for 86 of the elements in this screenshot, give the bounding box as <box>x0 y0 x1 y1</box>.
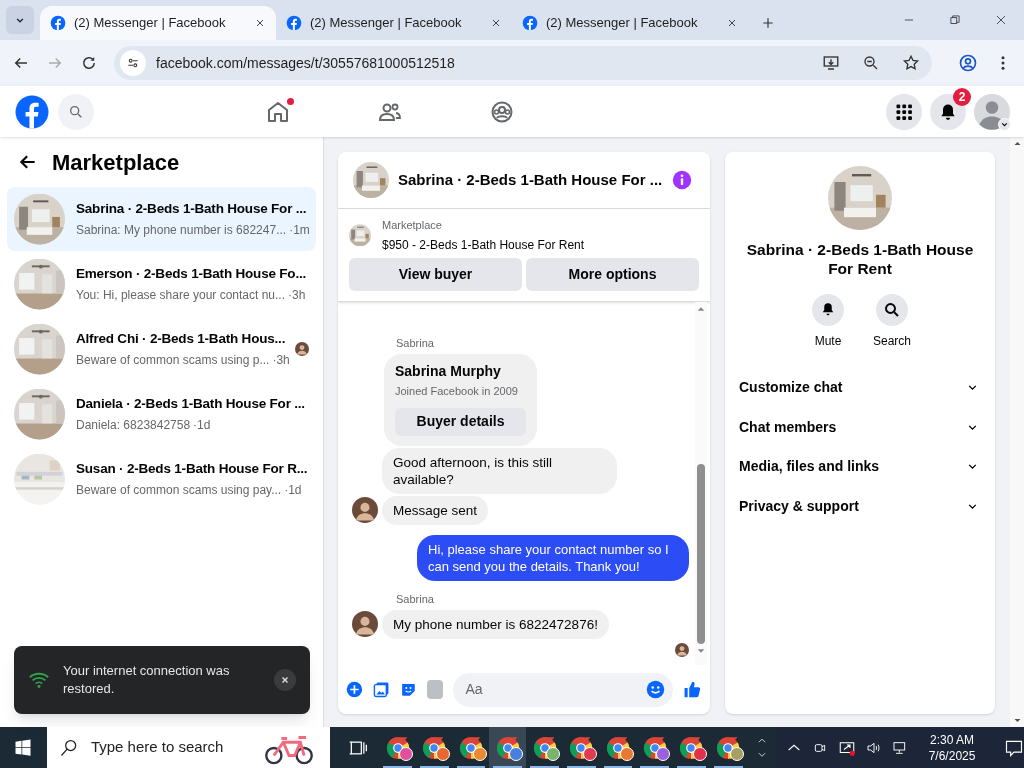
sender-name: Sabrina <box>396 591 435 607</box>
search-icon <box>68 103 84 120</box>
facebook-logo-icon <box>50 15 66 31</box>
groups-icon[interactable] <box>490 99 514 124</box>
message-preview: Daniela: 6823842758 <box>76 417 191 435</box>
conversation-name: Emerson · 2-Beds 1-Bath House Fo... <box>76 264 308 283</box>
seen-avatar <box>675 643 689 657</box>
address-bar[interactable]: facebook.com/messages/t/30557681000512518 <box>114 46 932 80</box>
message-time: ·3h <box>272 352 290 370</box>
scrollbar[interactable] <box>695 301 707 665</box>
section-row[interactable]: Customize chat <box>739 368 981 408</box>
message-bubble: Hi, please share your contact number so I can send you the details. Thank you! <box>417 534 689 581</box>
dismiss-button[interactable] <box>274 669 296 691</box>
section-row[interactable]: Chat members <box>739 407 981 447</box>
close-icon[interactable] <box>726 17 738 29</box>
conversation-name: Sabrina · 2-Beds 1-Bath House For ... <box>76 199 308 218</box>
listing-title: $950 - 2-Beds 1-Bath House For Rent <box>382 236 585 254</box>
action-button[interactable]: View buyer <box>349 257 522 291</box>
message-bubble: Good afternoon, is this still available? <box>382 447 617 494</box>
chrome-app-icon[interactable] <box>489 727 527 768</box>
close-icon[interactable] <box>490 17 502 29</box>
notifications-button[interactable] <box>930 93 966 130</box>
message-preview: Sabrina: My phone number is 682247... <box>76 222 287 240</box>
info-icon[interactable] <box>672 170 692 190</box>
message-input[interactable]: Aa <box>453 672 674 707</box>
close-icon[interactable] <box>254 17 266 29</box>
action-label: Mute <box>814 333 842 350</box>
conversation-item[interactable]: Sabrina · 2-Beds 1-Bath House For ... Sabrina: My phone number is 682247... ·1m <box>7 187 316 251</box>
message-time: ·3h <box>288 287 306 305</box>
message-time: ·1d <box>284 482 302 500</box>
zoom-out-icon[interactable] <box>862 54 880 72</box>
conversation-title: Sabrina · 2-Beds 1-Bath House For Rent <box>745 240 975 278</box>
message-text-field[interactable]: Aa <box>465 679 647 700</box>
message-time: ·1m <box>289 222 310 240</box>
profile-name: Sabrina Murphy <box>395 362 502 381</box>
search-button[interactable] <box>876 294 908 326</box>
action-label: Search <box>873 333 911 350</box>
install-app-icon[interactable] <box>822 54 840 72</box>
facebook-logo-icon <box>522 15 538 31</box>
emoji-icon[interactable] <box>646 680 666 699</box>
site-settings-icon[interactable] <box>126 56 140 70</box>
message-bubble: My phone number is 6822472876! <box>382 610 609 639</box>
profile-subtitle: Joined Facebook in 2009 <box>395 384 519 399</box>
message-preview: Beware of common scams using p... <box>76 352 270 370</box>
photo-icon[interactable] <box>372 680 390 699</box>
page-scrollbar[interactable] <box>1010 137 1024 727</box>
buyer-details-button[interactable]: Buyer details <box>395 407 526 436</box>
mute-button[interactable] <box>812 294 844 326</box>
message-preview: Beware of common scams using pay... <box>76 482 282 500</box>
conversation-name: Daniela · 2-Beds 1-Bath House For ... <box>76 394 306 413</box>
chat-title: Sabrina · 2-Beds 1-Bath House For ... <box>398 169 663 190</box>
conversation-name: Susan · 2-Beds 1-Bath House For R... <box>76 459 309 478</box>
conversation-name: Alfred Chi · 2-Beds 1-Bath Hous... <box>76 329 284 348</box>
section-row[interactable]: Media, files and links <box>739 447 981 487</box>
message-bubble: Message sent <box>382 495 489 525</box>
like-icon[interactable] <box>683 679 702 700</box>
profile-icon[interactable] <box>958 53 978 73</box>
section-row[interactable]: Privacy & support <box>739 486 981 526</box>
search-icon <box>58 737 79 758</box>
home-icon[interactable] <box>266 99 290 124</box>
close-icon[interactable] <box>994 13 1008 27</box>
browser-tab[interactable]: (2) Messenger | Facebook <box>40 6 276 40</box>
taskbar-search-field[interactable]: Type here to search <box>90 736 271 759</box>
search-icon <box>883 301 901 319</box>
menu-button[interactable] <box>886 93 922 130</box>
close-icon <box>280 675 290 685</box>
sender-name: Sabrina <box>396 335 435 351</box>
scroll-up-icon[interactable] <box>1012 139 1022 148</box>
taskbar-search-box[interactable]: Type here to search <box>46 727 331 768</box>
bookmark-star-icon[interactable] <box>902 54 920 72</box>
message-time: ·1d <box>193 417 211 435</box>
notification-count-badge: 2 <box>953 87 971 106</box>
listing-source: Marketplace <box>382 218 443 233</box>
plus-icon <box>761 16 775 30</box>
restore-icon[interactable] <box>948 13 962 27</box>
windows-logo-icon <box>14 738 33 757</box>
add-icon[interactable] <box>346 680 363 699</box>
sidebar-title: Marketplace <box>52 148 180 177</box>
reload-icon[interactable] <box>80 54 98 72</box>
facebook-logo-icon <box>286 15 302 31</box>
message-preview: You: Hi, please share your contact nu... <box>76 287 285 305</box>
scroll-down-icon[interactable] <box>1012 716 1022 725</box>
action-button[interactable]: More options <box>526 257 699 291</box>
clock[interactable]: 2:30 AM 7/6/2025 <box>924 731 981 764</box>
toast-message: Your internet connection was restored. <box>63 662 231 698</box>
facebook-logo-icon[interactable] <box>14 93 50 130</box>
